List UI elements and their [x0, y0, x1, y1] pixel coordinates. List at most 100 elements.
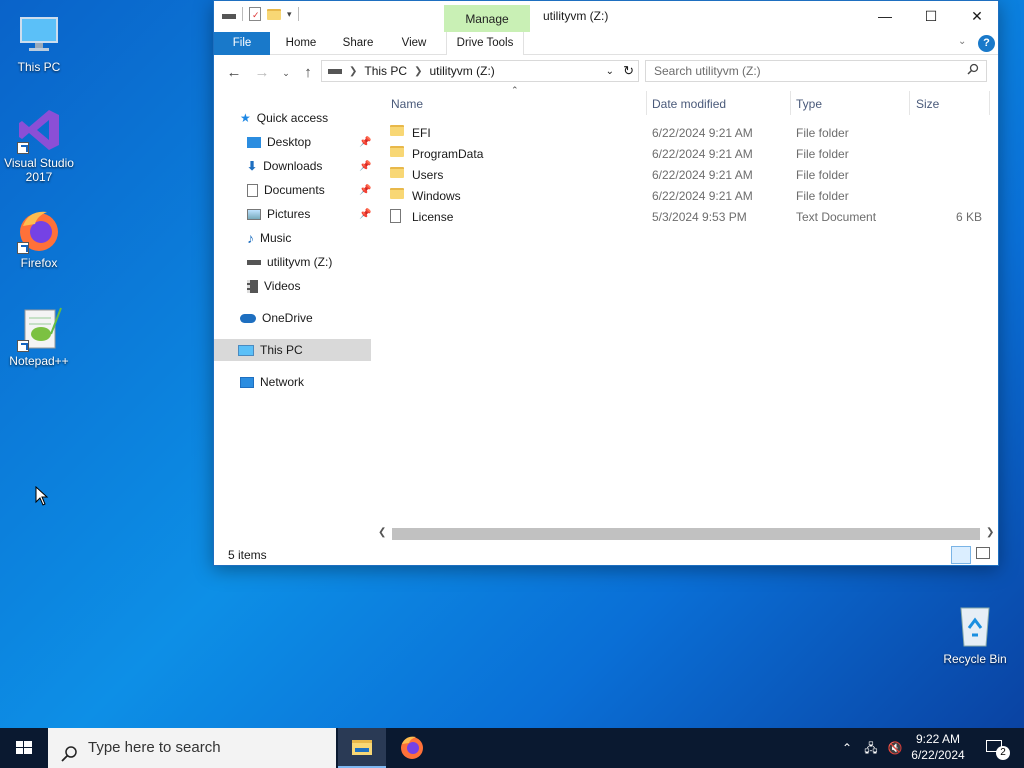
desktop-icon-label: Firefox — [20, 256, 58, 270]
recycle-bin-icon — [951, 602, 999, 650]
file-date: 6/22/2024 9:21 AM — [652, 126, 753, 140]
file-type: File folder — [796, 126, 849, 140]
nav-item-desktop[interactable]: Desktop 📌 — [247, 131, 372, 153]
column-header-date[interactable]: Date modified — [652, 97, 726, 111]
address-field[interactable]: ❯ This PC ❯ utilityvm (Z:) ⌄ ↻ — [321, 60, 639, 82]
nav-item-music[interactable]: ♪ Music — [247, 227, 291, 249]
mouse-cursor-icon — [35, 485, 49, 509]
recent-locations-icon[interactable]: ⌄ — [276, 63, 296, 83]
desktop-icon-this-pc[interactable]: This PC — [1, 10, 77, 74]
desktop-icon-notepadpp[interactable]: Notepad++ — [1, 304, 77, 368]
nav-item-videos[interactable]: Videos — [247, 275, 300, 297]
navigation-pane: ★ Quick access Desktop 📌 ⬇ Downloads 📌 D… — [214, 103, 374, 523]
file-row[interactable]: License 5/3/2024 9:53 PM Text Document 6… — [390, 206, 986, 227]
tab-drive-tools[interactable]: Drive Tools — [446, 32, 524, 55]
firefox-icon — [15, 206, 63, 254]
help-icon[interactable]: ? — [978, 35, 995, 52]
desktop-icon-visual-studio[interactable]: Visual Studio 2017 — [1, 106, 77, 184]
up-button[interactable]: ↑ — [298, 63, 318, 83]
quick-access-toolbar: ✓ ▾ — [222, 7, 299, 21]
desktop-icon-firefox[interactable]: Firefox — [1, 206, 77, 270]
properties-icon[interactable]: ✓ — [249, 7, 261, 21]
clock[interactable]: 9:22 AM 6/22/2024 — [906, 728, 970, 768]
column-header-type[interactable]: Type — [796, 97, 822, 111]
details-view-icon[interactable] — [951, 546, 971, 564]
download-arrow-icon: ⬇ — [247, 159, 258, 173]
nav-item-pictures[interactable]: Pictures 📌 — [247, 203, 372, 225]
file-row[interactable]: ProgramData 6/22/2024 9:21 AM File folde… — [390, 143, 986, 164]
scroll-left-icon[interactable]: ❮ — [378, 527, 386, 538]
start-button[interactable] — [0, 728, 48, 768]
show-hidden-icons-button[interactable]: ⌃ — [838, 728, 856, 768]
address-bar-row: ← → ⌄ ↑ ❯ This PC ❯ utilityvm (Z:) ⌄ ↻ S… — [214, 55, 998, 89]
clock-time: 9:22 AM — [915, 732, 961, 746]
nav-this-pc[interactable]: This PC — [214, 339, 371, 361]
pin-icon: 📌 — [359, 184, 372, 196]
taskbar-firefox[interactable] — [388, 728, 436, 768]
document-icon — [247, 183, 258, 197]
nav-label: Documents — [264, 183, 325, 197]
column-header-size[interactable]: Size — [916, 97, 939, 111]
breadcrumb-drive[interactable]: utilityvm (Z:) — [429, 64, 494, 78]
file-name: Users — [412, 168, 444, 182]
taskbar-file-explorer[interactable] — [338, 728, 386, 768]
customize-toolbar-icon[interactable]: ▾ — [287, 9, 292, 20]
volume-muted-icon[interactable]: 🔇 — [884, 728, 906, 768]
horizontal-scrollbar[interactable]: ❮ ❯ — [374, 525, 998, 542]
nav-item-utilityvm[interactable]: utilityvm (Z:) — [247, 251, 332, 273]
taskbar-search-box[interactable]: Type here to search — [48, 728, 336, 768]
forward-button[interactable]: → — [252, 63, 272, 83]
back-button[interactable]: ← — [224, 63, 244, 83]
nav-item-documents[interactable]: Documents 📌 — [247, 179, 372, 201]
file-name: License — [412, 210, 454, 224]
tab-manage[interactable]: Manage — [444, 5, 530, 32]
nav-network[interactable]: Network — [240, 371, 304, 393]
desktop-icon-recycle-bin[interactable]: Recycle Bin — [937, 602, 1013, 666]
firefox-icon — [401, 736, 423, 759]
pictures-icon — [247, 208, 261, 220]
tab-file[interactable]: File — [214, 32, 270, 55]
folder-icon — [390, 188, 404, 199]
window-title: utilityvm (Z:) — [543, 9, 609, 23]
shortcut-arrow-icon — [17, 340, 29, 352]
pin-icon: 📌 — [359, 160, 372, 172]
file-row[interactable]: Users 6/22/2024 9:21 AM File folder — [390, 164, 986, 185]
search-placeholder: Search utilityvm (Z:) — [654, 64, 761, 78]
scroll-right-icon[interactable]: ❯ — [986, 527, 994, 538]
desktop-folder-icon — [247, 136, 261, 148]
pin-icon: 📌 — [359, 208, 372, 220]
desktop-icon-label: Notepad++ — [9, 354, 69, 368]
new-folder-icon[interactable] — [267, 8, 281, 20]
column-divider — [989, 91, 990, 115]
file-date: 6/22/2024 9:21 AM — [652, 189, 753, 203]
sort-indicator-icon: ⌃ — [511, 85, 519, 95]
scrollbar-thumb[interactable] — [392, 528, 980, 540]
music-note-icon: ♪ — [247, 230, 254, 246]
monitor-icon — [238, 344, 254, 356]
large-icons-view-icon[interactable] — [976, 547, 990, 559]
tab-home[interactable]: Home — [276, 32, 326, 55]
search-input[interactable]: Search utilityvm (Z:) — [645, 60, 987, 82]
desktop-icon-label: This PC — [17, 60, 61, 74]
nav-item-downloads[interactable]: ⬇ Downloads 📌 — [247, 155, 372, 177]
address-dropdown-icon[interactable]: ⌄ — [606, 66, 614, 77]
maximize-button[interactable]: ☐ — [908, 1, 954, 31]
notification-center-button[interactable]: 2 — [978, 728, 1018, 768]
network-status-icon[interactable]: 🖧 — [860, 728, 882, 768]
file-row[interactable]: EFI 6/22/2024 9:21 AM File folder — [390, 122, 986, 143]
nav-onedrive[interactable]: OneDrive — [240, 307, 313, 329]
expand-ribbon-icon[interactable]: ⌄ — [958, 36, 966, 47]
close-button[interactable]: ✕ — [954, 1, 1000, 31]
search-icon — [60, 739, 78, 768]
minimize-button[interactable]: — — [862, 1, 908, 31]
tab-share[interactable]: Share — [334, 32, 382, 55]
breadcrumb-this-pc[interactable]: This PC — [364, 64, 407, 78]
file-date: 6/22/2024 9:21 AM — [652, 168, 753, 182]
tab-view[interactable]: View — [390, 32, 438, 55]
nav-label: Network — [260, 375, 305, 389]
refresh-icon[interactable]: ↻ — [623, 63, 634, 79]
file-name: ProgramData — [412, 147, 484, 161]
file-row[interactable]: Windows 6/22/2024 9:21 AM File folder — [390, 185, 986, 206]
nav-quick-access[interactable]: ★ Quick access — [240, 107, 328, 129]
column-header-name[interactable]: Name — [391, 97, 423, 111]
